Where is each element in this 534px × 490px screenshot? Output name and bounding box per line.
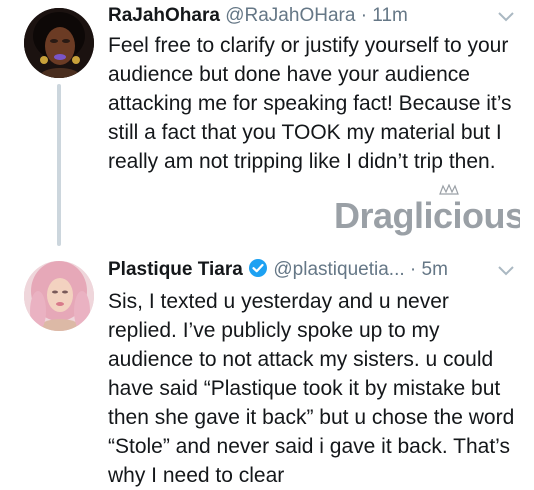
avatar-pink-hair-icon (24, 261, 94, 331)
tweet-header: Plastique Tiara @plastiquetia... · 5m (108, 257, 448, 283)
display-name[interactable]: RaJahOhara (108, 5, 220, 26)
avatar-plastique-tiara[interactable] (24, 261, 94, 331)
tweet-text: Feel free to clarify or justify yourself… (108, 34, 512, 173)
timestamp[interactable]: 11m (372, 5, 408, 26)
separator-dot: · (360, 5, 368, 26)
separator-dot: · (409, 259, 417, 280)
display-name[interactable]: Plastique Tiara (108, 259, 243, 280)
tweet-header: RaJahOhara @RaJahOHara · 11m (108, 3, 408, 29)
avatar-rajahohara[interactable] (24, 8, 94, 78)
verified-badge-icon (249, 259, 268, 277)
watermark-logo: Draglicious (334, 184, 520, 236)
avatar-dark-hair-purple-lips-icon (24, 8, 94, 78)
thread-connector-line (57, 84, 61, 246)
user-handle[interactable]: @RaJahOHara (225, 5, 355, 26)
user-handle[interactable]: @plastiquetia... (273, 259, 404, 280)
timestamp[interactable]: 5m (422, 259, 448, 280)
tweet-text: Sis, I texted u yesterday and u never re… (108, 290, 515, 487)
chevron-down-icon[interactable] (497, 11, 515, 23)
tweet-plastique-tiara[interactable]: Plastique Tiara @plastiquetia... · 5m Si… (0, 250, 534, 487)
watermark-text: Draglicious (334, 195, 520, 236)
crown-icon (439, 184, 459, 195)
chevron-down-icon[interactable] (497, 265, 515, 277)
